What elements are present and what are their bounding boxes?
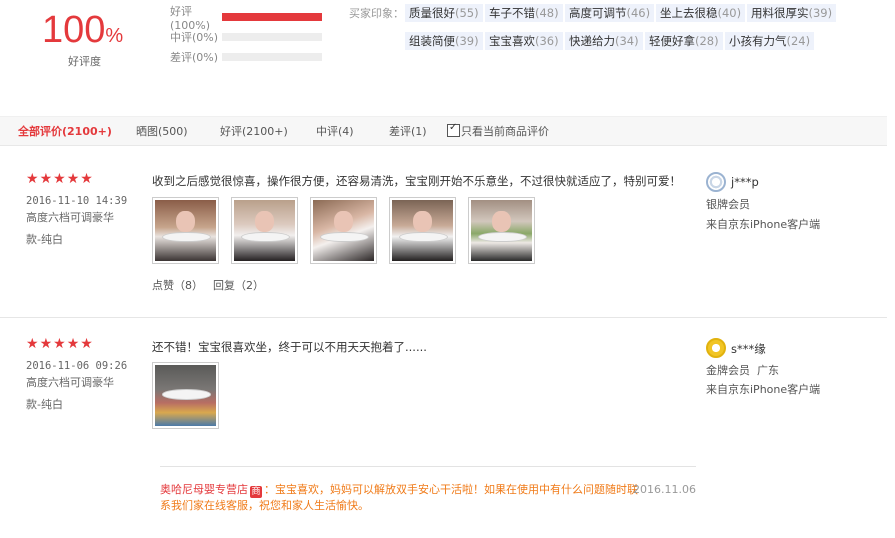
user-location: 广东 — [757, 364, 779, 377]
review-photo-thumb[interactable] — [231, 197, 298, 264]
impression-tag[interactable]: 轻便好拿(28) — [645, 32, 723, 50]
impression-tag[interactable]: 用料很厚实(39) — [747, 4, 837, 22]
star-icon: ★ — [53, 171, 66, 187]
shop-name[interactable]: 奥哈尼母婴专营店 — [160, 483, 248, 496]
impression-title: 买家印象： — [349, 7, 404, 20]
rating-bar-track — [222, 13, 322, 21]
silver-member-icon — [706, 172, 726, 192]
star-icon: ★ — [39, 336, 53, 352]
review-content: 还不错！宝宝很喜欢坐，终于可以不用天天抱着了...... — [152, 340, 427, 354]
rating-bar-fill — [222, 13, 322, 21]
review-photo-thumb[interactable] — [310, 197, 377, 264]
username[interactable]: s***缘 — [731, 341, 766, 357]
star-icon: ★ — [26, 336, 39, 352]
impression-tag[interactable]: 坐上去很稳(40) — [656, 4, 746, 22]
rating-stars: ★ ★ ★ ★ ★ — [26, 337, 94, 351]
tab-good-reviews[interactable]: 好评(2100+) — [220, 123, 288, 139]
star-icon: ★ — [66, 171, 80, 187]
review-date: 2016-11-06 09:26 — [26, 360, 128, 372]
impression-tag[interactable]: 车子不错(48) — [485, 4, 563, 22]
rating-bar-bad: 差评(0%) — [170, 49, 322, 65]
rating-bar-track — [222, 53, 322, 61]
username[interactable]: j***p — [731, 175, 759, 189]
tab-bad-reviews[interactable]: 差评(1) — [389, 123, 427, 139]
product-spec: 高度六档可调豪华 款-纯白 — [26, 211, 114, 246]
member-level: 银牌会员 — [706, 198, 750, 211]
tab-all-reviews[interactable]: 全部评价(2100+) — [18, 123, 112, 139]
review-photo-thumb[interactable] — [152, 362, 219, 429]
reply-divider — [160, 466, 696, 467]
star-icon: ★ — [39, 171, 53, 187]
tab-medium-reviews[interactable]: 中评(4) — [316, 123, 354, 139]
review-photo-thumb[interactable] — [468, 197, 535, 264]
member-level: 金牌会员 广东 — [706, 364, 779, 377]
only-current-label[interactable]: 只看当前商品评价 — [461, 123, 549, 139]
like-button[interactable]: 点赞（8） — [152, 277, 203, 293]
product-spec: 高度六档可调豪华 款-纯白 — [26, 376, 114, 411]
review-source: 来自京东iPhone客户端 — [706, 218, 821, 231]
reply-text-line2: 系我们家在线客服，祝您和家人生活愉快。 — [160, 499, 369, 512]
impression-tag[interactable]: 组装简便(39) — [405, 32, 483, 50]
star-icon: ★ — [53, 336, 66, 352]
star-icon: ★ — [66, 336, 80, 352]
rating-bar-track — [222, 33, 322, 41]
impression-tag[interactable]: 高度可调节(46) — [565, 4, 655, 22]
impression-tag[interactable]: 快递给力(34) — [565, 32, 643, 50]
good-rate-label: 好评度 — [68, 55, 101, 68]
review-divider — [0, 317, 887, 318]
review-photo-thumb[interactable] — [152, 197, 219, 264]
impression-tag[interactable]: 宝宝喜欢(36) — [485, 32, 563, 50]
review-photo-thumb[interactable] — [389, 197, 456, 264]
impression-tag[interactable]: 质量很好(55) — [405, 4, 483, 22]
reply-date: 2016.11.06 — [633, 483, 696, 496]
tab-photo-reviews[interactable]: 晒图(500) — [136, 123, 188, 139]
merchant-badge-icon: 商 — [250, 486, 262, 498]
impression-tag[interactable]: 小孩有力气(24) — [725, 32, 815, 50]
review-content: 收到之后感觉很惊喜，操作很方便，还容易清洗，宝宝刚开始不乐意坐，不过很快就适应了… — [152, 174, 681, 188]
rating-bar-good: 好评(100%) — [170, 5, 322, 32]
seller-reply: 奥哈尼母婴专营店商：宝宝喜欢，妈妈可以解放双手安心干活啦！如果在使用中有什么问题… — [160, 482, 700, 514]
review-source: 来自京东iPhone客户端 — [706, 383, 821, 396]
star-icon: ★ — [80, 336, 93, 352]
rating-stars: ★ ★ ★ ★ ★ — [26, 172, 94, 186]
reply-button[interactable]: 回复（2） — [213, 277, 264, 293]
review-date: 2016-11-10 14:39 — [26, 195, 128, 207]
rating-bar-medium: 中评(0%) — [170, 29, 322, 45]
good-rate-value: 100% — [42, 9, 124, 51]
gold-member-icon — [706, 338, 726, 358]
star-icon: ★ — [26, 171, 39, 187]
reply-text-line1: ：宝宝喜欢，妈妈可以解放双手安心干活啦！如果在使用中有什么问题随时联 — [264, 483, 638, 496]
star-icon: ★ — [80, 171, 93, 187]
only-current-checkbox[interactable] — [447, 122, 460, 137]
review-filter-bar — [0, 116, 887, 146]
